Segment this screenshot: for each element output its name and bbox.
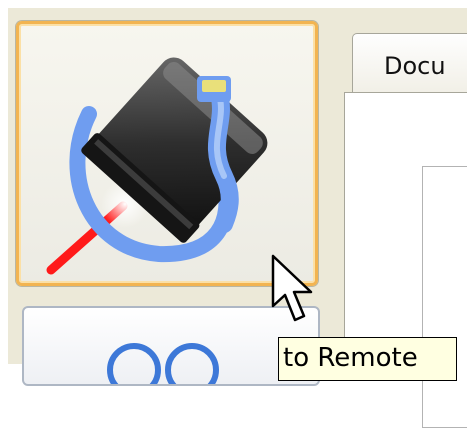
document-inner-box bbox=[422, 166, 467, 428]
document-pane[interactable] bbox=[344, 92, 467, 428]
tab-document[interactable]: Docu bbox=[352, 33, 467, 95]
tab-document-label: Docu bbox=[384, 52, 446, 80]
usb-device-cable-icon bbox=[46, 57, 268, 275]
mouse-pointer-icon bbox=[271, 254, 313, 322]
tooltip: to Remote bbox=[278, 337, 457, 381]
connect-to-remote-button[interactable] bbox=[16, 21, 318, 286]
